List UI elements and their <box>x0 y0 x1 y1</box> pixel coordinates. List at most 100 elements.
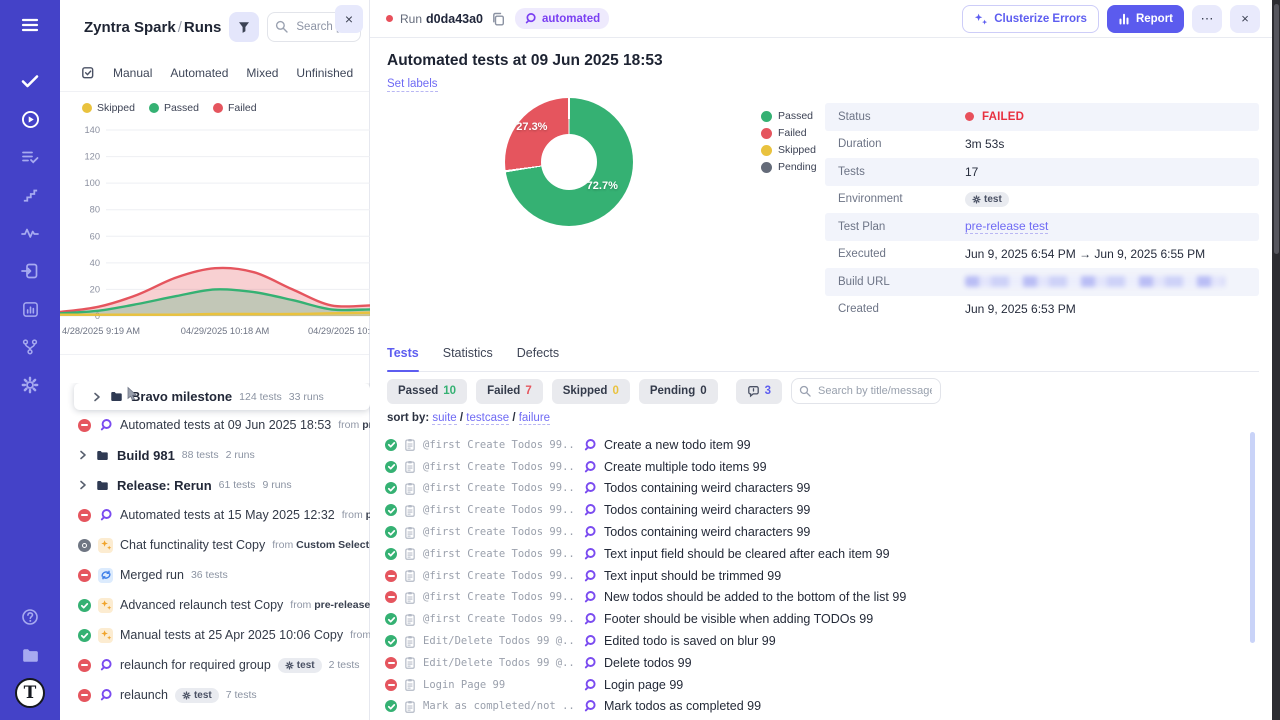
tab-statistics[interactable]: Statistics <box>443 346 493 371</box>
folder-runs-count: 9 runs <box>262 479 291 491</box>
failed-icon <box>78 509 91 522</box>
select-all-icon[interactable] <box>80 65 95 80</box>
donut-legend-item[interactable]: Skipped <box>761 144 817 156</box>
run-source: from pre-release test <box>290 599 370 611</box>
test-row[interactable]: @first Create Todos 99...Text input shou… <box>385 565 1242 587</box>
automated-icon <box>582 677 597 692</box>
test-row[interactable]: @first Create Todos 99...Footer should b… <box>385 608 1242 630</box>
detail-label: Test Plan <box>825 221 965 233</box>
run-type-tab-unfinished[interactable]: Unfinished <box>296 66 353 80</box>
test-row[interactable]: Mark as completed/not ...Mark todos as c… <box>385 696 1242 718</box>
run-group-row[interactable]: Build 98188 tests2 runs <box>60 440 370 470</box>
test-row[interactable]: @first Create Todos 99...Todos containin… <box>385 521 1242 543</box>
passed-icon <box>385 613 397 625</box>
tests-search-input[interactable] <box>791 378 941 404</box>
import-icon[interactable] <box>0 252 60 290</box>
run-row[interactable]: relaunch for required grouptest2 tests <box>60 650 370 680</box>
chevron-right-icon[interactable] <box>78 480 88 490</box>
window-scrollbar[interactable] <box>1272 0 1280 720</box>
run-row[interactable]: Advanced relaunch test Copy from pre-rele… <box>60 590 370 620</box>
passed-icon <box>78 599 91 612</box>
tests-list-scrollbar[interactable] <box>1250 432 1255 643</box>
run-type-tab-mixed[interactable]: Mixed <box>246 66 278 80</box>
close-run-button[interactable]: × <box>1230 5 1260 33</box>
chevron-right-icon[interactable] <box>78 450 88 460</box>
donut-legend-item[interactable]: Pending <box>761 161 817 173</box>
legend-dot <box>213 103 223 113</box>
panel-close-button[interactable]: × <box>335 5 363 33</box>
donut-legend-item[interactable]: Failed <box>761 127 817 139</box>
breadcrumb-project[interactable]: Zyntra Spark <box>84 19 176 36</box>
failed-icon <box>78 419 91 432</box>
test-row[interactable]: @first Create Todos 99...New todos shoul… <box>385 587 1242 609</box>
tests-check-icon[interactable] <box>0 62 60 100</box>
test-plan-link[interactable]: pre-release test <box>965 219 1048 234</box>
build-url-redacted <box>965 276 1225 287</box>
folder-tests-count: 88 tests <box>182 449 219 461</box>
more-actions-button[interactable]: ⋯ <box>1192 5 1222 33</box>
run-row-title: Advanced relaunch test Copy <box>120 598 283 612</box>
run-title: Automated tests at 09 Jun 2025 18:53 <box>387 52 663 70</box>
filter-chip-skipped[interactable]: Skipped 0 <box>552 379 630 404</box>
tab-tests[interactable]: Tests <box>387 346 419 371</box>
help-icon[interactable] <box>0 598 60 636</box>
tab-defects[interactable]: Defects <box>517 346 559 371</box>
run-row[interactable]: Automated tests at 09 Jun 2025 18:53from… <box>60 410 370 440</box>
detail-tabs: Tests Statistics Defects <box>387 346 1259 372</box>
test-row[interactable]: Edit/Delete Todos 99 @...Delete todos 99 <box>385 652 1242 674</box>
donut-legend-item[interactable]: Passed <box>761 110 817 122</box>
pulse-activity-icon[interactable] <box>0 214 60 252</box>
sort-by-failure[interactable]: failure <box>519 412 550 425</box>
analytics-icon[interactable] <box>0 290 60 328</box>
testcase-clipboard-icon <box>404 591 416 604</box>
projects-folder-icon[interactable] <box>0 636 60 674</box>
set-labels-link[interactable]: Set labels <box>387 78 438 92</box>
run-row[interactable]: relaunchtest7 tests <box>60 680 370 710</box>
app-rail: T <box>0 0 60 720</box>
report-button[interactable]: Report <box>1107 5 1184 33</box>
run-row[interactable]: Automated tests at 15 May 2025 12:32from… <box>60 500 370 530</box>
detail-row: Duration3m 53s <box>825 131 1259 159</box>
filter-chip-failed[interactable]: Failed 7 <box>476 379 543 404</box>
test-row[interactable]: @first Create Todos 99...Create a new to… <box>385 434 1242 456</box>
sort-by-testcase[interactable]: testcase <box>466 412 509 425</box>
test-title: Create a new todo item 99 <box>604 438 751 452</box>
test-row[interactable]: Edit/Delete Todos 99 @...Edited todo is … <box>385 630 1242 652</box>
filter-button[interactable] <box>229 12 259 42</box>
copy-run-id-button[interactable] <box>491 12 505 26</box>
run-row[interactable]: Chat functinality test Copyfrom Custom S… <box>60 530 370 560</box>
run-row[interactable]: Merged run36 tests <box>60 560 370 590</box>
chevron-right-icon[interactable] <box>92 392 102 402</box>
detail-label: Created <box>825 303 965 315</box>
test-row[interactable]: @first Create Todos 99...Text input fiel… <box>385 543 1242 565</box>
test-row[interactable]: Login Page 99Login page 99 <box>385 674 1242 696</box>
test-row[interactable]: @first Create Todos 99...Create multiple… <box>385 456 1242 478</box>
legend-item[interactable]: Passed <box>149 102 199 114</box>
runs-play-icon[interactable] <box>0 100 60 138</box>
settings-gear-icon[interactable] <box>0 366 60 404</box>
sort-by-suite[interactable]: suite <box>432 412 456 425</box>
run-group-row[interactable]: Release: Rerun61 tests9 runs <box>60 470 370 500</box>
run-group-row[interactable]: Bravo milestone124 tests33 runs <box>74 383 370 410</box>
breadcrumb: Zyntra Spark/Runs <box>84 19 221 36</box>
menu-icon[interactable] <box>0 6 60 44</box>
branches-icon[interactable] <box>0 328 60 366</box>
milestones-steps-icon[interactable] <box>0 176 60 214</box>
run-type-tab-manual[interactable]: Manual <box>113 66 152 80</box>
filter-chip-pending[interactable]: Pending 0 <box>639 379 718 404</box>
clusterize-errors-button[interactable]: Clusterize Errors <box>962 5 1099 33</box>
test-row[interactable]: @first Create Todos 99...Todos containin… <box>385 499 1242 521</box>
testcase-clipboard-icon <box>404 504 416 517</box>
comments-filter-chip[interactable]: 3 <box>736 379 782 404</box>
legend-item[interactable]: Skipped <box>82 102 135 114</box>
app-logo[interactable]: T <box>0 674 60 712</box>
run-label: Run <box>400 12 422 26</box>
test-plans-icon[interactable] <box>0 138 60 176</box>
run-type-tab-automated[interactable]: Automated <box>170 66 228 80</box>
run-row[interactable]: Manual tests at 25 Apr 2025 10:06 Copyfr… <box>60 620 370 650</box>
test-row[interactable]: @first Create Todos 99...Todos containin… <box>385 478 1242 500</box>
filter-chip-passed[interactable]: Passed 10 <box>387 379 467 404</box>
automated-badge[interactable]: automated <box>515 8 609 29</box>
run-tests-count: 7 tests <box>226 689 257 701</box>
legend-item[interactable]: Failed <box>213 102 257 114</box>
